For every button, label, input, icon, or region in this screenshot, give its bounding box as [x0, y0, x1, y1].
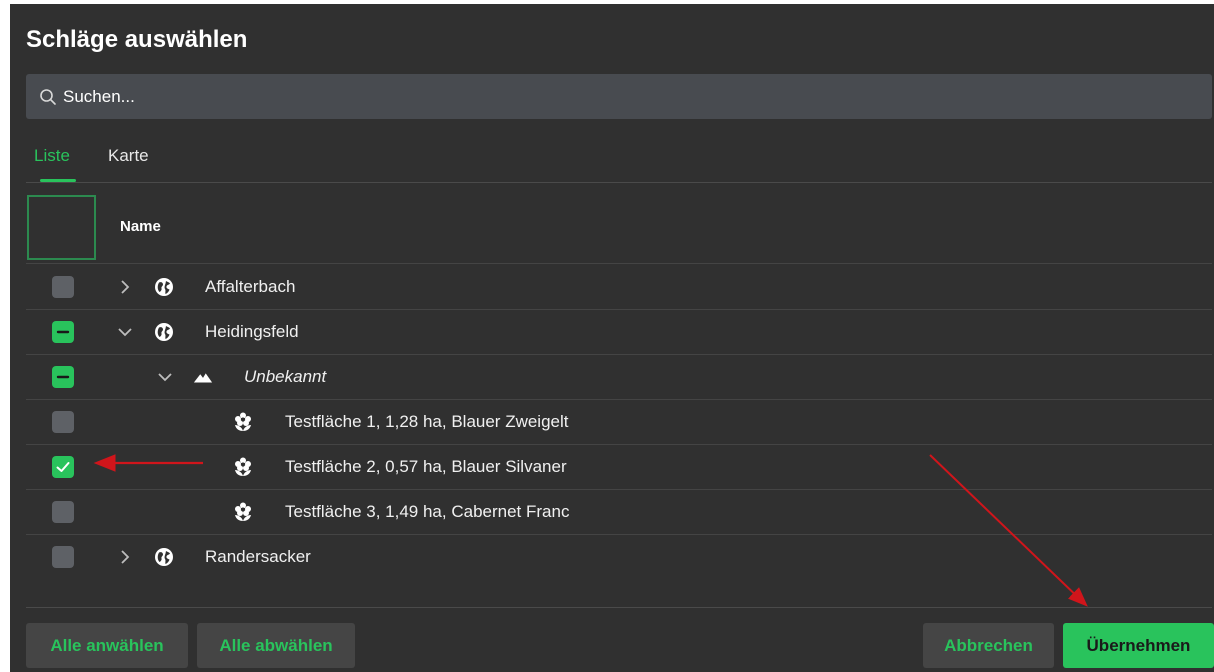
row-checkbox[interactable] [52, 456, 74, 478]
row-checkbox[interactable] [52, 321, 74, 343]
row-checkbox[interactable] [52, 501, 74, 523]
select-fields-dialog: Schläge auswählen Liste Karte Name [10, 4, 1214, 672]
table-row[interactable]: Testfläche 2, 0,57 ha, Blauer Silvaner [26, 445, 1212, 490]
search-input[interactable] [63, 86, 1212, 107]
table-row[interactable]: Unbekannt [26, 355, 1212, 400]
row-label: Affalterbach [205, 277, 296, 296]
search-bar[interactable] [26, 74, 1212, 119]
chevron-right-icon[interactable] [116, 548, 134, 566]
row-label: Unbekannt [244, 367, 327, 386]
fields-table: Name Affalterbach Heidingsfeld Unbekannt… [26, 193, 1212, 608]
row-label: Testfläche 1, 1,28 ha, Blauer Zweigelt [285, 412, 569, 431]
globe-icon [155, 548, 173, 566]
cancel-button[interactable]: Abbrechen [923, 623, 1054, 668]
header-select-all-cell[interactable] [27, 195, 96, 260]
globe-icon [155, 323, 173, 341]
apply-button[interactable]: Übernehmen [1063, 623, 1214, 668]
row-label: Heidingsfeld [205, 322, 299, 341]
flower-icon [235, 457, 251, 476]
mountain-icon [193, 373, 213, 383]
view-tabs: Liste Karte [26, 132, 1212, 183]
tab-liste[interactable]: Liste [34, 146, 70, 166]
select-all-button[interactable]: Alle anwählen [26, 623, 188, 668]
table-row[interactable]: Randersacker [26, 535, 1212, 580]
row-checkbox[interactable] [52, 276, 74, 298]
tab-karte[interactable]: Karte [108, 146, 149, 166]
indeterminate-icon [56, 375, 70, 379]
table-row[interactable]: Testfläche 1, 1,28 ha, Blauer Zweigelt [26, 400, 1212, 445]
row-label: Randersacker [205, 547, 311, 566]
table-row[interactable]: Heidingsfeld [26, 310, 1212, 355]
row-checkbox[interactable] [52, 546, 74, 568]
column-header-name: Name [120, 218, 161, 235]
chevron-right-icon[interactable] [116, 278, 134, 296]
indeterminate-icon [56, 330, 70, 334]
checkmark-icon [56, 462, 70, 472]
row-checkbox[interactable] [52, 411, 74, 433]
chevron-down-icon[interactable] [116, 323, 134, 341]
deselect-all-button[interactable]: Alle abwählen [197, 623, 355, 668]
row-label: Testfläche 2, 0,57 ha, Blauer Silvaner [285, 457, 567, 476]
search-icon [40, 88, 56, 105]
flower-icon [235, 502, 251, 521]
globe-icon [155, 278, 173, 296]
row-label: Testfläche 3, 1,49 ha, Cabernet Franc [285, 502, 570, 521]
row-checkbox[interactable] [52, 366, 74, 388]
active-tab-indicator [40, 179, 76, 182]
flower-icon [235, 412, 251, 431]
table-row[interactable]: Testfläche 3, 1,49 ha, Cabernet Franc [26, 490, 1212, 535]
dialog-title: Schläge auswählen [26, 26, 248, 53]
chevron-down-icon[interactable] [156, 368, 174, 386]
table-row[interactable]: Affalterbach [26, 265, 1212, 310]
table-header: Name [26, 193, 1212, 264]
